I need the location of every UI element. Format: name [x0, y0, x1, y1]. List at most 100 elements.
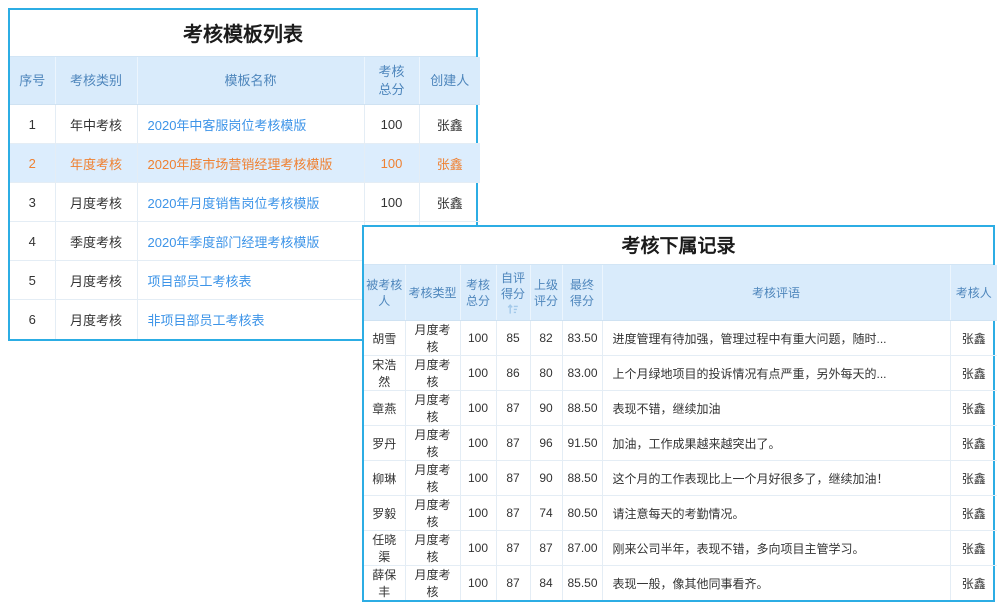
- serial-cell: 2: [10, 144, 55, 183]
- serial-cell: 6: [10, 300, 55, 339]
- table-row: 罗毅月度考核100877480.50请注意每天的考勤情况。张鑫: [364, 496, 997, 531]
- category-cell: 月度考核: [55, 183, 137, 222]
- assessment-type-cell: 月度考核: [405, 356, 460, 391]
- total-score-cell: 100: [460, 461, 496, 496]
- page: { "colors": { "border_accent": "#2cade4"…: [0, 0, 1000, 600]
- creator-cell: 张鑫: [419, 105, 480, 144]
- assessment-type-cell: 月度考核: [405, 391, 460, 426]
- serial-cell: 1: [10, 105, 55, 144]
- assessee-cell: 柳琳: [364, 461, 405, 496]
- final-score-cell: 91.50: [562, 426, 602, 461]
- superior-score-cell: 84: [530, 566, 562, 601]
- assessor-cell: 张鑫: [950, 321, 997, 356]
- category-cell: 月度考核: [55, 261, 137, 300]
- self-score-cell: 87: [496, 426, 530, 461]
- final-score-cell: 85.50: [562, 566, 602, 601]
- final-score-cell: 87.00: [562, 531, 602, 566]
- creator-cell: 张鑫: [419, 183, 480, 222]
- assessor-cell: 张鑫: [950, 496, 997, 531]
- comment-cell: 加油，工作成果越来越突出了。: [602, 426, 950, 461]
- column-header: 考核 总分: [460, 265, 496, 321]
- column-header: 创建人: [419, 57, 480, 105]
- assessor-cell: 张鑫: [950, 426, 997, 461]
- assessee-cell: 宋浩然: [364, 356, 405, 391]
- total-score-cell: 100: [460, 566, 496, 601]
- assessment-type-cell: 月度考核: [405, 461, 460, 496]
- table-row: 薛保丰月度考核100878485.50表现一般，像其他同事看齐。张鑫: [364, 566, 997, 601]
- assessor-cell: 张鑫: [950, 566, 997, 601]
- column-header: 最终 得分: [562, 265, 602, 321]
- table-row: 章燕月度考核100879088.50表现不错，继续加油张鑫: [364, 391, 997, 426]
- table-row: 宋浩然月度考核100868083.00上个月绿地项目的投诉情况有点严重，另外每天…: [364, 356, 997, 391]
- superior-score-cell: 90: [530, 461, 562, 496]
- self-score-cell: 86: [496, 356, 530, 391]
- template-name-link[interactable]: 项目部员工考核表: [137, 261, 364, 300]
- table-row: 罗丹月度考核100879691.50加油，工作成果越来越突出了。张鑫: [364, 426, 997, 461]
- superior-score-cell: 87: [530, 531, 562, 566]
- comment-cell: 刚来公司半年，表现不错，多向项目主管学习。: [602, 531, 950, 566]
- template-name-link[interactable]: 2020年季度部门经理考核模版: [137, 222, 364, 261]
- score-cell: 100: [364, 144, 419, 183]
- self-score-cell: 87: [496, 566, 530, 601]
- column-header: 考核人: [950, 265, 997, 321]
- score-cell: 100: [364, 183, 419, 222]
- assessor-cell: 张鑫: [950, 356, 997, 391]
- template-name-link[interactable]: 非项目部员工考核表: [137, 300, 364, 339]
- category-cell: 月度考核: [55, 300, 137, 339]
- template-name-link[interactable]: 2020年度市场营销经理考核模版: [137, 144, 364, 183]
- self-score-cell: 87: [496, 391, 530, 426]
- header-row: 序号考核类别模板名称考核 总分创建人: [10, 57, 480, 105]
- assessment-type-cell: 月度考核: [405, 321, 460, 356]
- assessee-cell: 薛保丰: [364, 566, 405, 601]
- assessment-type-cell: 月度考核: [405, 531, 460, 566]
- table-row[interactable]: 3月度考核2020年月度销售岗位考核模版100张鑫: [10, 183, 480, 222]
- total-score-cell: 100: [460, 426, 496, 461]
- comment-cell: 上个月绿地项目的投诉情况有点严重，另外每天的...: [602, 356, 950, 391]
- total-score-cell: 100: [460, 391, 496, 426]
- self-score-cell: 85: [496, 321, 530, 356]
- table-row[interactable]: 1年中考核2020年中客服岗位考核模版100张鑫: [10, 105, 480, 144]
- final-score-cell: 88.50: [562, 461, 602, 496]
- assessor-cell: 张鑫: [950, 391, 997, 426]
- total-score-cell: 100: [460, 356, 496, 391]
- column-header: 模板名称: [137, 57, 364, 105]
- category-cell: 年度考核: [55, 144, 137, 183]
- assessee-cell: 胡雪: [364, 321, 405, 356]
- assessment-type-cell: 月度考核: [405, 566, 460, 601]
- assessee-cell: 罗毅: [364, 496, 405, 531]
- serial-cell: 4: [10, 222, 55, 261]
- self-score-cell: 87: [496, 496, 530, 531]
- final-score-cell: 83.50: [562, 321, 602, 356]
- self-score-cell: 87: [496, 531, 530, 566]
- category-cell: 年中考核: [55, 105, 137, 144]
- column-header: 被考核 人: [364, 265, 405, 321]
- column-header: 考核 总分: [364, 57, 419, 105]
- final-score-cell: 83.00: [562, 356, 602, 391]
- serial-cell: 5: [10, 261, 55, 300]
- final-score-cell: 88.50: [562, 391, 602, 426]
- assessor-cell: 张鑫: [950, 531, 997, 566]
- subordinate-records-card: 考核下属记录 被考核 人考核类型考核 总分自评 得分上级 评分最终 得分考核评语…: [362, 225, 995, 602]
- category-cell: 季度考核: [55, 222, 137, 261]
- column-header: 自评 得分: [496, 265, 530, 321]
- subordinate-records-title: 考核下属记录: [364, 227, 993, 265]
- comment-cell: 表现不错，继续加油: [602, 391, 950, 426]
- superior-score-cell: 80: [530, 356, 562, 391]
- superior-score-cell: 96: [530, 426, 562, 461]
- template-name-link[interactable]: 2020年中客服岗位考核模版: [137, 105, 364, 144]
- final-score-cell: 80.50: [562, 496, 602, 531]
- assessee-cell: 章燕: [364, 391, 405, 426]
- superior-score-cell: 82: [530, 321, 562, 356]
- assessor-cell: 张鑫: [950, 461, 997, 496]
- table-row[interactable]: 2年度考核2020年度市场营销经理考核模版100张鑫: [10, 144, 480, 183]
- comment-cell: 请注意每天的考勤情况。: [602, 496, 950, 531]
- table-row: 胡雪月度考核100858283.50进度管理有待加强，管理过程中有重大问题，随时…: [364, 321, 997, 356]
- template-name-link[interactable]: 2020年月度销售岗位考核模版: [137, 183, 364, 222]
- column-header: 考核评语: [602, 265, 950, 321]
- creator-cell: 张鑫: [419, 144, 480, 183]
- sort-icon[interactable]: [498, 304, 529, 315]
- superior-score-cell: 74: [530, 496, 562, 531]
- assessee-cell: 任晓渠: [364, 531, 405, 566]
- column-header: 序号: [10, 57, 55, 105]
- score-cell: 100: [364, 105, 419, 144]
